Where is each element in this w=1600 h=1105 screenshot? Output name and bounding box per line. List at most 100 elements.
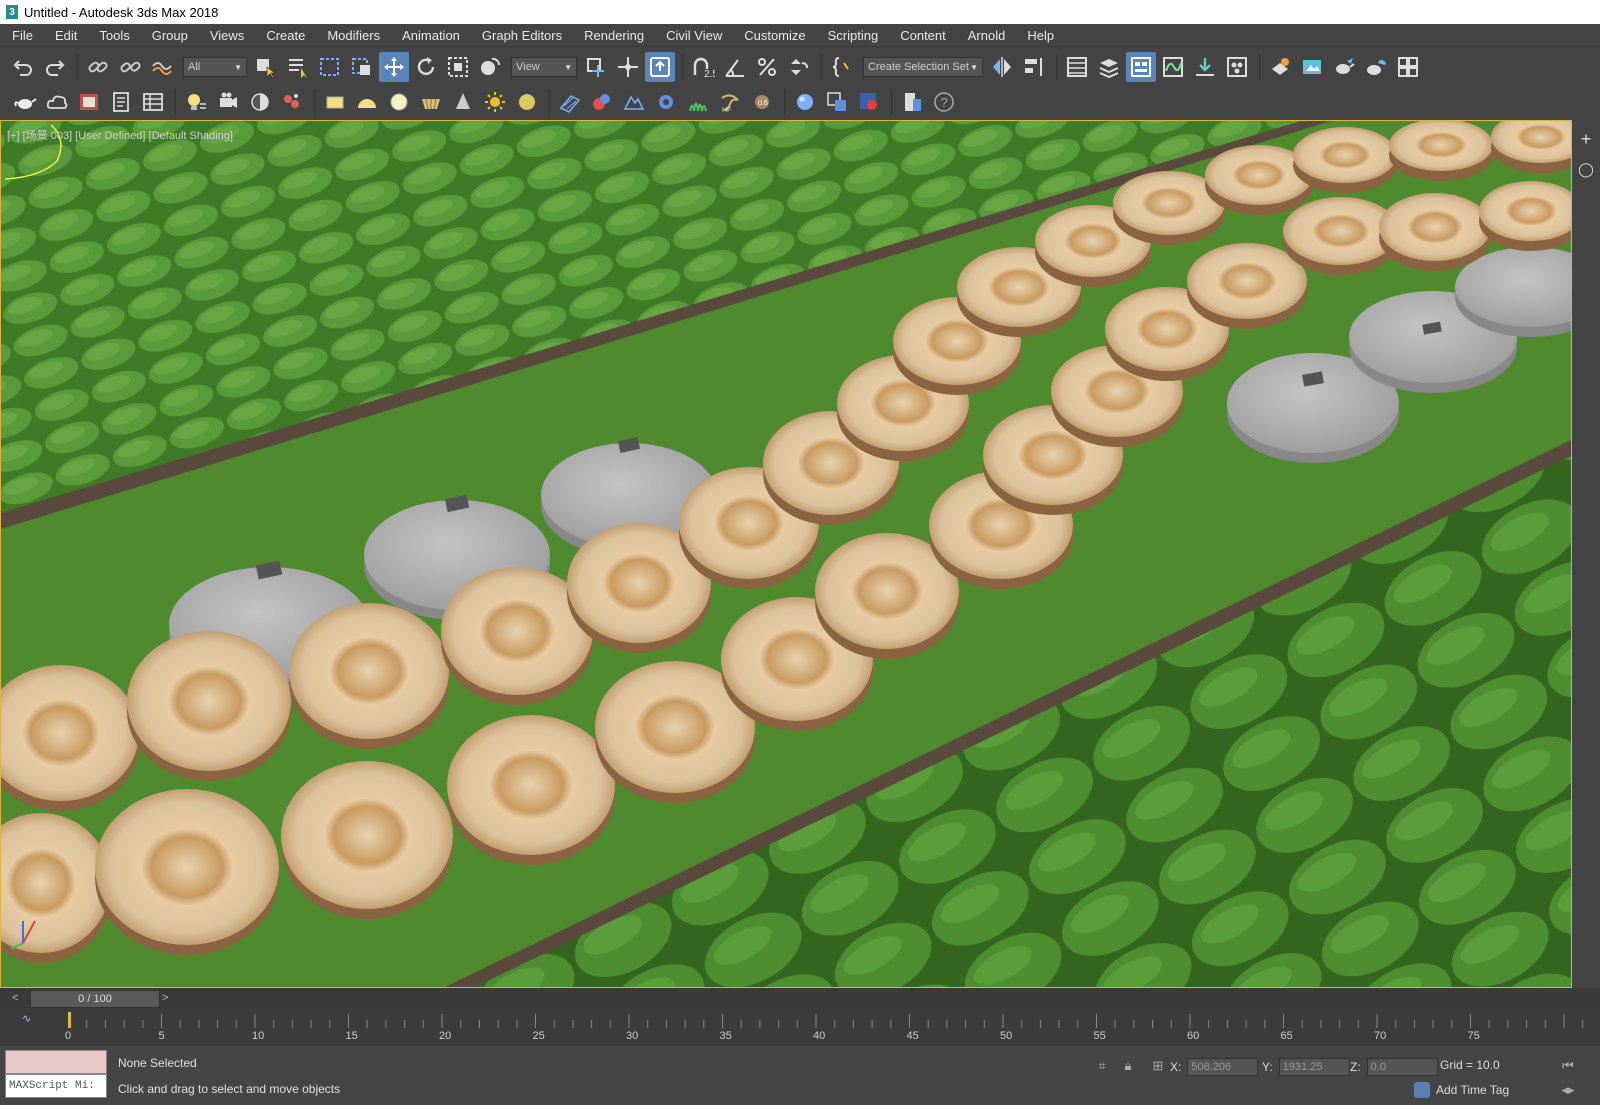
scene-render[interactable] [1, 121, 1572, 988]
viewport-label[interactable]: [+] [场景 003] [User Defined] [Default Sha… [7, 127, 233, 143]
unlink-button[interactable] [115, 52, 145, 82]
listener-output[interactable] [5, 1050, 107, 1074]
bind-spacewarp-button[interactable] [147, 52, 177, 82]
toggle-ribbon-button[interactable] [1126, 52, 1156, 82]
menu-edit[interactable]: Edit [43, 28, 87, 43]
lock-icon[interactable]: 🔒︎ [1120, 1058, 1136, 1074]
menu-create[interactable]: Create [254, 28, 315, 43]
teapot-button[interactable] [10, 87, 40, 117]
menu-scripting[interactable]: Scripting [816, 28, 889, 43]
window-crossing-button[interactable] [347, 52, 377, 82]
wood-slice[interactable] [95, 789, 279, 955]
select-and-move-button[interactable] [379, 52, 409, 82]
terrain-button[interactable] [619, 87, 649, 117]
time-slider[interactable]: < 0 / 100 > [0, 988, 1600, 1008]
snapshot-button[interactable] [822, 87, 852, 117]
spinner-snap-button[interactable] [784, 52, 814, 82]
select-object-button[interactable] [251, 52, 281, 82]
particle-button[interactable] [277, 87, 307, 117]
time-slider-next[interactable]: > [162, 992, 174, 1006]
menu-customize[interactable]: Customize [732, 28, 815, 43]
menu-views[interactable]: Views [198, 28, 254, 43]
a360-gallery-button[interactable] [1393, 52, 1423, 82]
wood-slice[interactable] [289, 603, 449, 749]
light-lister-button[interactable] [181, 87, 211, 117]
wood-slice[interactable] [127, 631, 291, 781]
link-button[interactable] [83, 52, 113, 82]
maxscript-listener[interactable]: MAXScript Mi: [5, 1050, 107, 1102]
basket-button[interactable] [416, 87, 446, 117]
listener-input[interactable]: MAXScript Mi: [5, 1074, 107, 1098]
time-slider-thumb[interactable]: 0 / 100 [30, 990, 160, 1008]
select-and-place-button[interactable] [475, 52, 505, 82]
hemisphere-button[interactable] [352, 87, 382, 117]
snaps-toggle-button[interactable]: 2.5 [688, 52, 718, 82]
cloud-button[interactable] [42, 87, 72, 117]
layer-explorer-button[interactable] [1094, 52, 1124, 82]
camera-button[interactable] [213, 87, 243, 117]
select-and-scale-button[interactable] [443, 52, 473, 82]
y-field[interactable]: 1931.25 [1278, 1058, 1350, 1076]
sun-button[interactable] [480, 87, 510, 117]
scatter-button[interactable] [555, 87, 585, 117]
wood-slice[interactable] [1379, 193, 1491, 271]
selection-filter-dropdown[interactable]: All ▼ [183, 57, 247, 77]
align-button[interactable] [1019, 52, 1049, 82]
notes-button[interactable] [106, 87, 136, 117]
wood-slice[interactable] [1, 665, 139, 811]
render-setup-button[interactable] [1265, 52, 1295, 82]
time-slider-prev[interactable]: < [12, 992, 24, 1006]
mirror-button[interactable] [987, 52, 1017, 82]
schematic-view-button[interactable] [1190, 52, 1220, 82]
sphere-gold-button[interactable] [512, 87, 542, 117]
isolate-selection-icon[interactable]: ⌗ [1094, 1058, 1110, 1074]
create-panel-plus-icon[interactable]: + [1575, 128, 1597, 150]
key-mode-icon[interactable]: ◂▸ [1560, 1082, 1576, 1098]
scene-explorer-button[interactable] [1062, 52, 1092, 82]
active-shade-button[interactable] [790, 87, 820, 117]
menu-help[interactable]: Help [1015, 28, 1064, 43]
menu-arnold[interactable]: Arnold [956, 28, 1016, 43]
render-in-cloud-button[interactable] [1361, 52, 1391, 82]
circle-tool-icon[interactable]: ◯ [1575, 158, 1597, 180]
curve-mini-icon[interactable]: ∿ [22, 1012, 42, 1028]
pivot-center-button[interactable] [581, 52, 611, 82]
absolute-mode-icon[interactable]: ⊞ [1150, 1058, 1166, 1074]
current-frame-marker[interactable] [68, 1012, 71, 1028]
wood-slice[interactable] [1293, 127, 1397, 193]
redo-button[interactable] [40, 52, 70, 82]
batch-render-button[interactable] [897, 87, 927, 117]
x-field[interactable]: 508.206 [1187, 1058, 1259, 1076]
gear-button[interactable] [651, 87, 681, 117]
half-sphere-button[interactable] [245, 87, 275, 117]
keyboard-shortcut-override-button[interactable] [645, 52, 675, 82]
menu-tools[interactable]: Tools [87, 28, 139, 43]
angle-snap-button[interactable] [720, 52, 750, 82]
edit-named-selection-button[interactable] [827, 52, 857, 82]
wood-slice[interactable] [1479, 181, 1572, 251]
track-bar[interactable]: ∿ 0 5 10 15 20 25 30 35 40 45 50 55 60 65 70 75 [0, 1008, 1600, 1046]
menu-file[interactable]: File [0, 28, 43, 43]
sphere-button[interactable] [384, 87, 414, 117]
wood-slice[interactable] [1389, 121, 1493, 181]
cone-button[interactable] [448, 87, 478, 117]
curve-editor-button[interactable] [1158, 52, 1188, 82]
menu-rendering[interactable]: Rendering [572, 28, 654, 43]
menu-content[interactable]: Content [888, 28, 956, 43]
grass-button[interactable] [683, 87, 713, 117]
menu-civil-view[interactable]: Civil View [654, 28, 732, 43]
rendered-frame-window-button[interactable] [1297, 52, 1327, 82]
manipulate-button[interactable] [613, 52, 643, 82]
reference-coordinate-dropdown[interactable]: View ▼ [511, 57, 577, 77]
add-time-tag-button[interactable]: Add Time Tag [1414, 1082, 1509, 1098]
spreadsheet-button[interactable] [138, 87, 168, 117]
plane-button[interactable] [320, 87, 350, 117]
go-to-start-icon[interactable]: ⏮ [1560, 1058, 1576, 1074]
render-production-button[interactable] [1329, 52, 1359, 82]
menu-animation[interactable]: Animation [390, 28, 470, 43]
rectangular-selection-button[interactable] [315, 52, 345, 82]
select-by-name-button[interactable] [283, 52, 313, 82]
named-selection-dropdown[interactable]: Create Selection Set ▼ [863, 57, 983, 77]
material-editor-button[interactable] [1222, 52, 1252, 82]
menu-modifiers[interactable]: Modifiers [315, 28, 390, 43]
